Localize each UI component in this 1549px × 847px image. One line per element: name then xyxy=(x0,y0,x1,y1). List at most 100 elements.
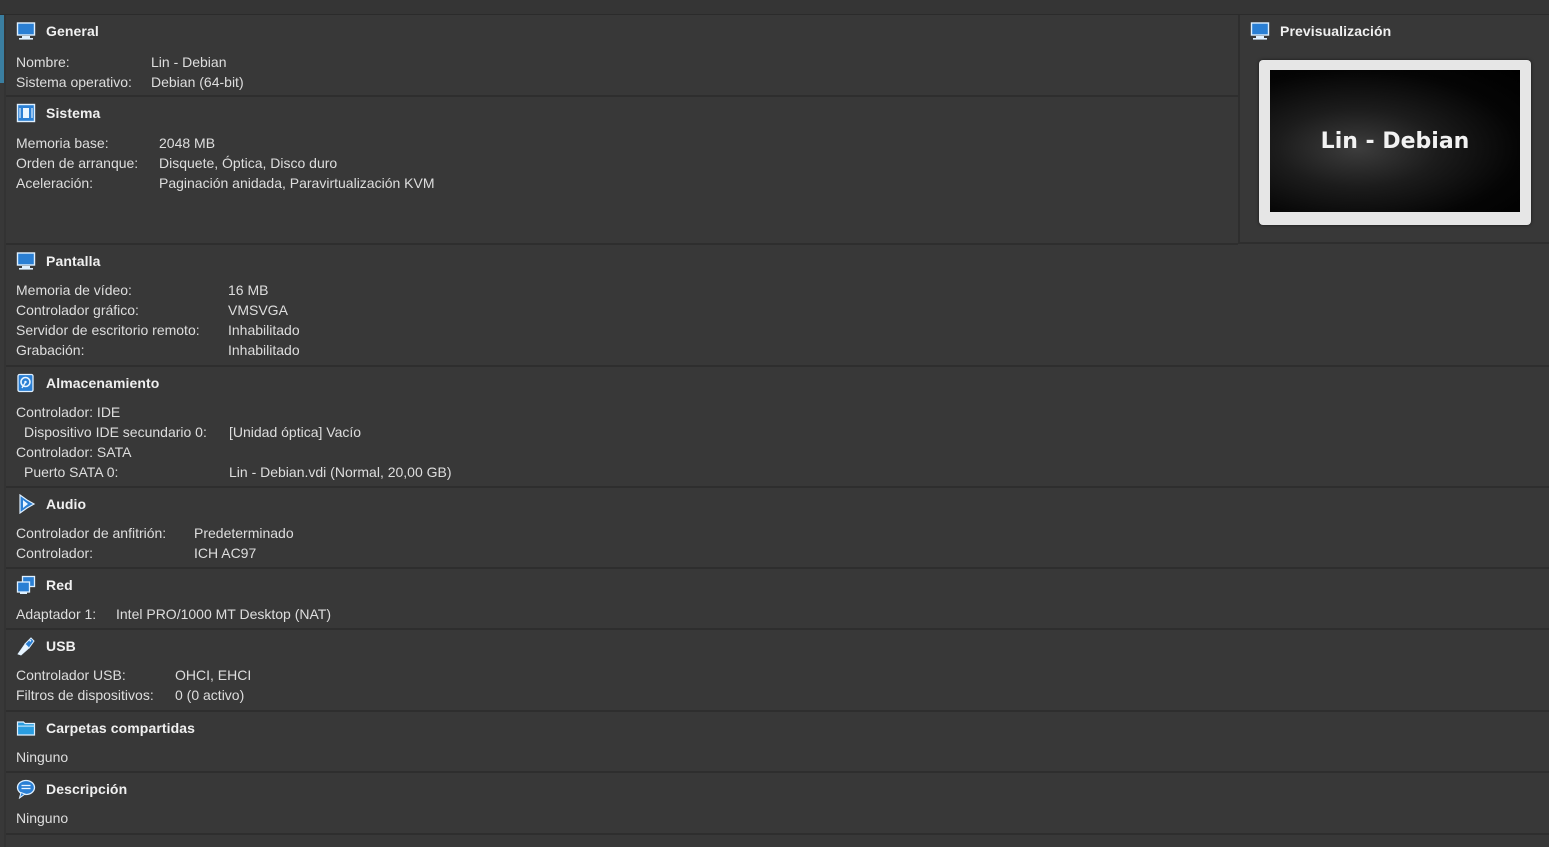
detail-label: Adaptador 1: xyxy=(16,606,97,622)
detail-value: [Unidad óptica] Vacío xyxy=(229,424,362,440)
detail-label: Controlador: SATA xyxy=(16,444,132,460)
detail-value: Inhabilitado xyxy=(228,322,300,338)
monitor-icon xyxy=(1250,22,1270,40)
section-general-title: General xyxy=(46,23,99,39)
preview-title: Previsualización xyxy=(1280,23,1392,39)
detail-label: Controlador de anfitrión: xyxy=(16,525,167,541)
preview-screen: Lin - Debian xyxy=(1270,70,1520,212)
section-descripcion-rows: Ninguno xyxy=(16,808,68,828)
monitor-icon xyxy=(16,252,36,270)
detail-value: Disquete, Óptica, Disco duro xyxy=(159,155,338,171)
section-almacenamiento: Almacenamiento Controlador: IDE Disposit… xyxy=(6,367,1549,488)
detail-row: Ninguno xyxy=(16,747,68,767)
detail-label: Dispositivo IDE secundario 0: xyxy=(24,424,207,440)
section-audio-header[interactable]: Audio xyxy=(16,494,86,514)
section-red-rows: Adaptador 1: Intel PRO/1000 MT Desktop (N… xyxy=(16,604,331,624)
section-sistema: Sistema Memoria base: 2048 MB Orden de ar… xyxy=(6,97,1238,245)
section-red-header[interactable]: Red xyxy=(16,575,73,595)
detail-row: Filtros de dispositivos: 0 (0 activo) xyxy=(16,685,251,705)
section-general-header[interactable]: General xyxy=(16,21,99,41)
detail-value: Debian (64-bit) xyxy=(151,74,244,90)
section-red: Red Adaptador 1: Intel PRO/1000 MT Deskto… xyxy=(6,569,1549,630)
usb-icon xyxy=(17,637,35,656)
detail-row: Nombre: Lin - Debian xyxy=(16,52,244,72)
detail-row: Dispositivo IDE secundario 0: [Unidad ópt… xyxy=(16,422,452,442)
speech-bubble-icon xyxy=(16,779,36,799)
section-pantalla-rows: Memoria de vídeo: 16 MB Controlador gráfi… xyxy=(16,280,300,360)
detail-row: Controlador USB: OHCI, EHCI xyxy=(16,665,251,685)
detail-value: Lin - Debian xyxy=(151,54,227,70)
detail-row: Controlador: ICH AC97 xyxy=(16,543,294,563)
detail-row: Controlador: IDE xyxy=(16,402,452,422)
detail-label: Orden de arranque: xyxy=(16,155,139,171)
section-almacenamiento-title: Almacenamiento xyxy=(46,375,160,391)
chip-icon xyxy=(16,103,36,123)
speaker-icon xyxy=(19,494,36,514)
preview-frame: Lin - Debian xyxy=(1259,60,1531,225)
detail-row: Adaptador 1: Intel PRO/1000 MT Desktop (N… xyxy=(16,604,331,624)
detail-value: Intel PRO/1000 MT Desktop (NAT) xyxy=(116,606,331,622)
section-sistema-header[interactable]: Sistema xyxy=(16,103,100,123)
detail-row: Grabación: Inhabilitado xyxy=(16,340,300,360)
section-descripcion-title: Descripción xyxy=(46,781,128,797)
section-sistema-title: Sistema xyxy=(46,105,101,121)
detail-value: 16 MB xyxy=(228,282,269,298)
section-carpetas-compartidas: Carpetas compartidas Ninguno xyxy=(6,712,1549,773)
section-audio-rows: Controlador de anfitrión: Predeterminado … xyxy=(16,523,294,563)
section-general: General Nombre: Lin - Debian Sistema oper… xyxy=(6,15,1238,97)
section-pantalla-title: Pantalla xyxy=(46,253,101,269)
preview-panel: Previsualización Lin - Debian xyxy=(1238,15,1549,244)
preview-header[interactable]: Previsualización xyxy=(1250,21,1391,41)
section-carpetas-title: Carpetas compartidas xyxy=(46,720,196,736)
detail-row: Memoria base: 2048 MB xyxy=(16,133,435,153)
detail-row: Sistema operativo: Debian (64-bit) xyxy=(16,72,244,92)
disk-icon xyxy=(17,373,34,393)
detail-row: Memoria de vídeo: 16 MB xyxy=(16,280,300,300)
section-pantalla-header[interactable]: Pantalla xyxy=(16,251,101,271)
section-almacenamiento-header[interactable]: Almacenamiento xyxy=(16,373,159,393)
section-usb-rows: Controlador USB: OHCI, EHCI Filtros de di… xyxy=(16,665,251,705)
detail-label: Controlador: xyxy=(16,545,94,561)
detail-label: Sistema operativo: xyxy=(16,74,132,90)
detail-value: OHCI, EHCI xyxy=(175,667,252,683)
section-general-rows: Nombre: Lin - Debian Sistema operativo: De… xyxy=(16,52,244,92)
detail-value: VMSVGA xyxy=(228,302,288,318)
detail-label: Memoria base: xyxy=(16,135,109,151)
preview-vm-name: Lin - Debian xyxy=(1320,128,1470,154)
detail-value: Inhabilitado xyxy=(228,342,300,358)
section-carpetas-header[interactable]: Carpetas compartidas xyxy=(16,718,195,738)
detail-row: Puerto SATA 0: Lin - Debian.vdi (Normal, … xyxy=(16,462,452,482)
section-audio-title: Audio xyxy=(46,496,87,512)
vm-details-pane: General Nombre: Lin - Debian Sistema oper… xyxy=(0,0,1549,847)
section-usb-title: USB xyxy=(46,638,76,654)
detail-row: Controlador de anfitrión: Predeterminado xyxy=(16,523,294,543)
detail-value: Paginación anidada, Paravirtualización K… xyxy=(159,175,435,191)
section-usb-header[interactable]: USB xyxy=(16,636,76,656)
detail-row: Controlador: SATA xyxy=(16,442,452,462)
detail-value: Predeterminado xyxy=(194,525,294,541)
detail-label: Aceleración: xyxy=(16,175,94,191)
detail-value: 0 (0 activo) xyxy=(175,687,245,703)
top-strip xyxy=(0,0,1549,15)
detail-label: Memoria de vídeo: xyxy=(16,282,132,298)
detail-label: Ninguno xyxy=(16,749,69,765)
detail-label: Grabación: xyxy=(16,342,85,358)
section-carpetas-rows: Ninguno xyxy=(16,747,68,767)
section-pantalla: Pantalla Memoria de vídeo: 16 MB Controla… xyxy=(6,245,1549,367)
section-almacenamiento-rows: Controlador: IDE Dispositivo IDE secunda… xyxy=(16,402,452,482)
detail-label: Nombre: xyxy=(16,54,70,70)
section-descripcion-header[interactable]: Descripción xyxy=(16,779,127,799)
monitor-icon xyxy=(16,22,36,40)
section-sistema-rows: Memoria base: 2048 MB Orden de arranque: D… xyxy=(16,133,435,193)
detail-label: Controlador USB: xyxy=(16,667,126,683)
section-descripcion: Descripción Ninguno xyxy=(6,773,1549,835)
detail-row: Controlador gráfico: VMSVGA xyxy=(16,300,300,320)
detail-value: 2048 MB xyxy=(159,135,216,151)
section-audio: Audio Controlador de anfitrión: Predeterm… xyxy=(6,488,1549,569)
detail-row: Orden de arranque: Disquete, Óptica, Disc… xyxy=(16,153,435,173)
detail-label: Controlador: IDE xyxy=(16,404,121,420)
detail-label: Controlador gráfico: xyxy=(16,302,139,318)
detail-row: Ninguno xyxy=(16,808,68,828)
section-usb: USB Controlador USB: OHCI, EHCI Filtros d… xyxy=(6,630,1549,712)
detail-row: Servidor de escritorio remoto: Inhabilita… xyxy=(16,320,300,340)
